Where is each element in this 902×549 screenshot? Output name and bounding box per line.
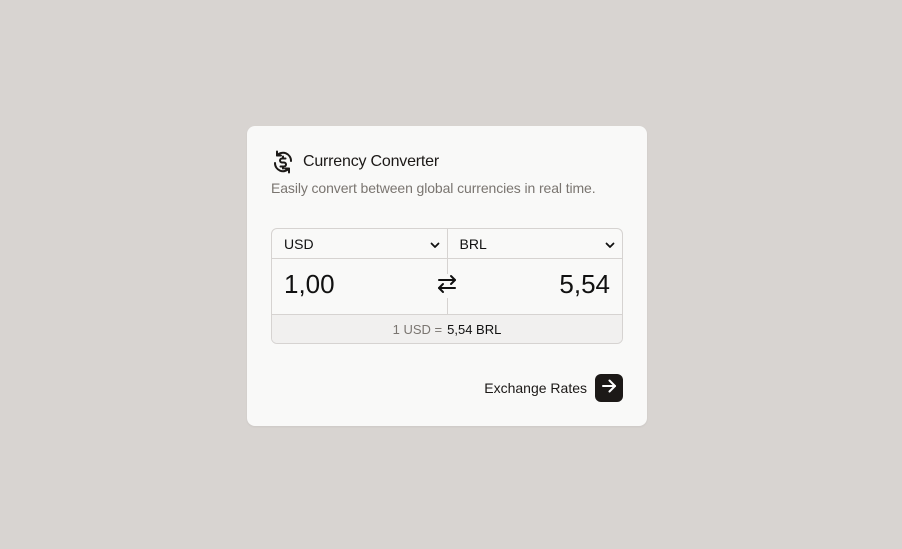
- arrow-right-icon: [600, 377, 618, 400]
- converter-panel: USD BRL 1,00 5,54 1 USD = 5,54 BRL: [271, 228, 623, 344]
- card-header: Currency Converter: [271, 150, 439, 174]
- to-currency-value: BRL: [459, 235, 487, 252]
- swap-button[interactable]: [435, 274, 459, 298]
- currency-selects: USD BRL: [272, 229, 622, 259]
- to-currency-select[interactable]: BRL: [448, 229, 623, 258]
- card-subtitle: Easily convert between global currencies…: [271, 180, 596, 196]
- chevron-down-icon: [604, 238, 616, 250]
- rate-prefix: 1 USD =: [392, 321, 443, 337]
- exchange-rates-button[interactable]: [595, 374, 623, 402]
- from-currency-value: USD: [284, 235, 314, 252]
- to-amount-output: 5,54: [559, 269, 610, 299]
- card-footer: Exchange Rates: [484, 374, 623, 402]
- currency-exchange-icon: [271, 150, 295, 174]
- swap-arrows-icon: [436, 273, 458, 300]
- from-currency-select[interactable]: USD: [272, 229, 448, 258]
- exchange-rates-link[interactable]: Exchange Rates: [484, 380, 587, 396]
- from-amount-input[interactable]: 1,00: [284, 269, 335, 300]
- converter-card: Currency Converter Easily convert betwee…: [247, 126, 647, 426]
- card-title: Currency Converter: [303, 153, 440, 170]
- rate-value: 5,54 BRL: [447, 321, 502, 337]
- exchange-rate-summary: 1 USD = 5,54 BRL: [272, 314, 622, 343]
- chevron-down-icon: [429, 238, 441, 250]
